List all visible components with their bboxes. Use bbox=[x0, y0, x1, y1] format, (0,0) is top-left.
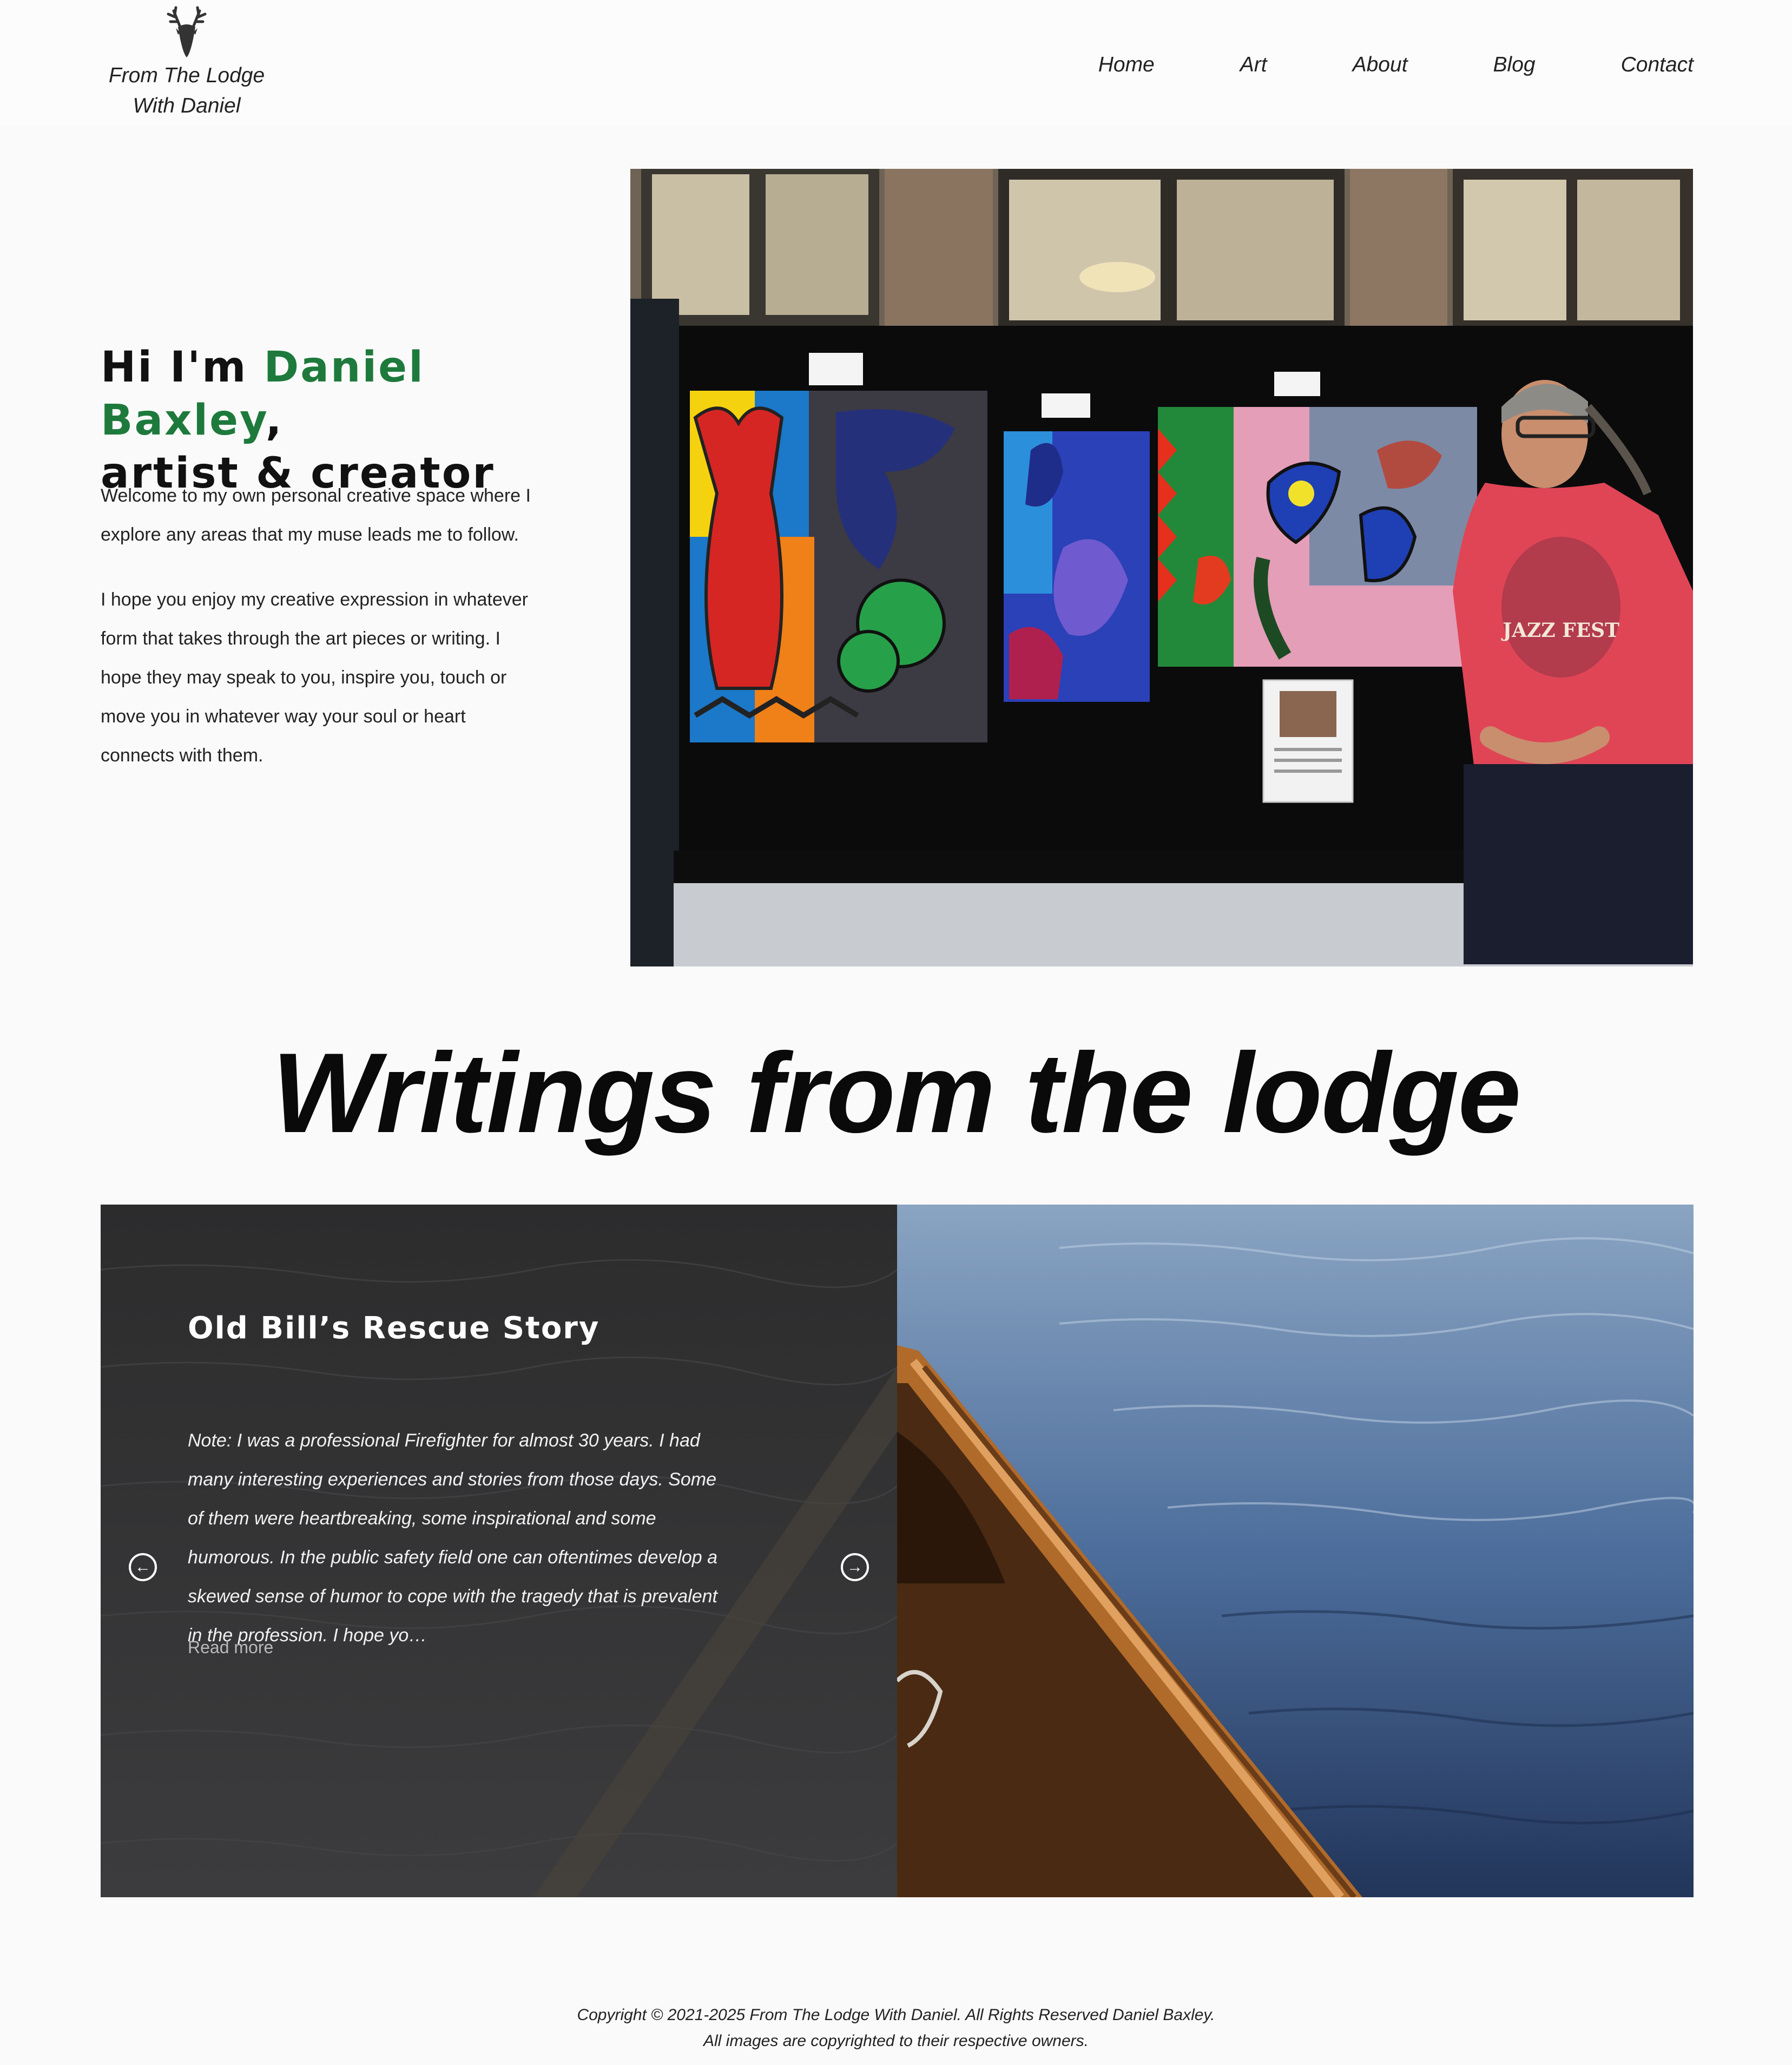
footer-image-notice: All images are copyrighted to their resp… bbox=[703, 2032, 1089, 2050]
post-title[interactable]: Old Bill’s Rescue Story bbox=[188, 1311, 599, 1346]
hero-paragraph-1: Welcome to my own personal creative spac… bbox=[101, 485, 531, 545]
site-footer: Copyright © 2021-2025 From The Lodge Wit… bbox=[0, 2002, 1792, 2054]
photo-tshirt-text: JAZZ FEST bbox=[1501, 619, 1619, 642]
slider-prev-button[interactable]: ← bbox=[129, 1553, 157, 1581]
hero-paragraph-2: I hope you enjoy my creative expression … bbox=[101, 589, 528, 766]
nav-home[interactable]: Home bbox=[1098, 50, 1155, 80]
artist-exhibit-image: JAZZ FEST bbox=[630, 169, 1693, 966]
nav-art[interactable]: Art bbox=[1240, 50, 1267, 80]
footer-copyright: Copyright © 2021-2025 From The Lodge Wit… bbox=[577, 2006, 1215, 2024]
blog-post-card: Old Bill’s Rescue Story Note: I was a pr… bbox=[101, 1205, 897, 1897]
site-logo[interactable]: From The Lodge With Daniel bbox=[103, 5, 271, 121]
hero-photo: JAZZ FEST bbox=[630, 169, 1693, 966]
nav-about[interactable]: About bbox=[1353, 50, 1408, 80]
read-more-link[interactable]: Read more bbox=[188, 1637, 273, 1658]
hero-comma: , bbox=[265, 396, 284, 445]
site-header: From The Lodge With Daniel Home Art Abou… bbox=[0, 0, 1792, 127]
main-nav: Home Art About Blog Contact bbox=[1098, 50, 1694, 80]
writings-section-title: Writings from the lodge bbox=[272, 1029, 1521, 1156]
canoe-photo bbox=[897, 1205, 1694, 1897]
nav-contact[interactable]: Contact bbox=[1621, 50, 1694, 80]
post-excerpt: Note: I was a professional Firefighter f… bbox=[188, 1430, 718, 1646]
hero-intro: Welcome to my own personal creative spac… bbox=[101, 476, 544, 775]
page: From The Lodge With Daniel Home Art Abou… bbox=[0, 0, 1792, 2065]
deer-icon bbox=[167, 6, 207, 57]
arrow-right-circle-icon: → bbox=[847, 1558, 863, 1576]
logo-line-1: From The Lodge bbox=[108, 64, 265, 87]
slider-next-button[interactable]: → bbox=[841, 1553, 869, 1581]
arrow-left-circle-icon: ← bbox=[135, 1558, 151, 1576]
logo-line-2: With Daniel bbox=[133, 94, 241, 117]
canoe-water-image bbox=[897, 1205, 1694, 1897]
nav-blog[interactable]: Blog bbox=[1493, 50, 1536, 80]
blog-slider: Old Bill’s Rescue Story Note: I was a pr… bbox=[101, 1205, 1694, 1897]
hero-greeting: Hi I'm bbox=[101, 343, 264, 392]
